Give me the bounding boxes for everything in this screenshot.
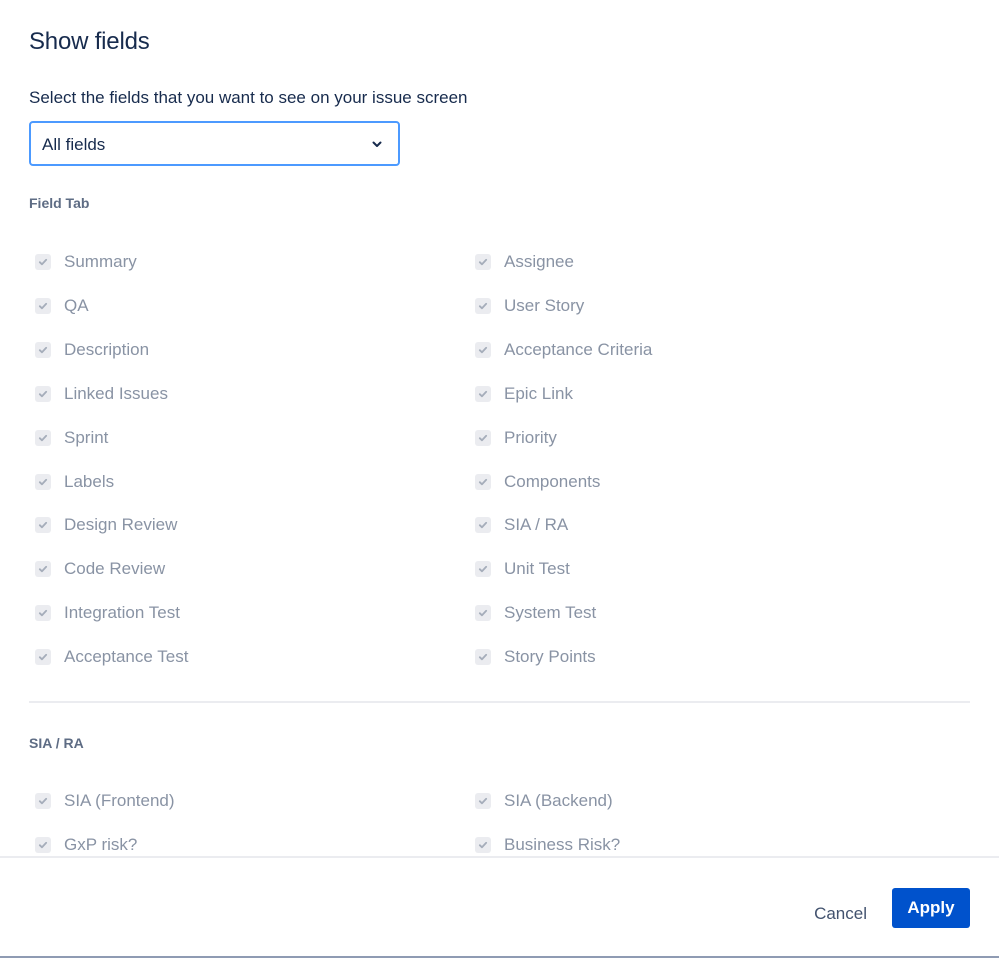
field-option-label: User Story: [504, 295, 585, 315]
checkmark-icon[interactable]: [35, 836, 51, 853]
checkmark-icon[interactable]: [35, 517, 51, 534]
checkmark-icon[interactable]: [475, 341, 491, 358]
dialog-body: Show fields Select the fields that you w…: [0, 0, 999, 856]
field-option-label: Assignee: [504, 252, 574, 271]
field-option-label: Story Points: [504, 647, 596, 667]
checkmark-icon[interactable]: [35, 473, 51, 490]
checkmark-icon[interactable]: [475, 473, 491, 490]
field-option-epic-link[interactable]: Epic Link: [469, 382, 573, 406]
field-option-assignee[interactable]: Assignee: [469, 250, 574, 274]
checkmark-icon[interactable]: [475, 254, 491, 270]
field-option-label: Acceptance Test: [64, 647, 189, 667]
checkmark-icon[interactable]: [475, 649, 491, 666]
field-option-business-risk[interactable]: Business Risk?: [469, 833, 620, 856]
field-option-qa[interactable]: QA: [29, 294, 89, 318]
field-option-label: Design Review: [64, 515, 178, 535]
field-option-label: GxP risk?: [64, 834, 138, 854]
field-option-linked-issues[interactable]: Linked Issues: [29, 382, 168, 406]
field-option-label: Summary: [64, 252, 137, 271]
field-option-label: Integration Test: [64, 603, 180, 623]
checkmark-icon[interactable]: [35, 385, 51, 402]
field-option-label: SIA (Frontend): [64, 791, 175, 810]
checkmark-icon[interactable]: [35, 341, 51, 358]
checkmark-icon[interactable]: [475, 385, 491, 402]
field-option-system-test[interactable]: System Test: [469, 601, 596, 625]
select-label: Select the fields that you want to see o…: [29, 88, 468, 107]
field-option-description[interactable]: Description: [29, 338, 149, 362]
checkmark-icon[interactable]: [35, 561, 51, 578]
field-option-design-review[interactable]: Design Review: [29, 513, 177, 537]
field-option-components[interactable]: Components: [469, 470, 600, 494]
field-option-acceptance-criteria[interactable]: Acceptance Criteria: [469, 338, 652, 362]
field-option-label: Code Review: [64, 559, 166, 579]
field-option-story-points[interactable]: Story Points: [469, 645, 596, 669]
checkmark-icon[interactable]: [475, 297, 491, 314]
field-option-label: Epic Link: [504, 383, 573, 403]
field-option-label: Acceptance Criteria: [504, 339, 653, 359]
field-option-label: Priority: [504, 427, 557, 447]
field-option-label: System Test: [504, 603, 597, 623]
checkmark-icon[interactable]: [475, 793, 491, 809]
dialog-title: Show fields: [29, 28, 150, 55]
field-option-integration-test[interactable]: Integration Test: [29, 601, 180, 625]
checkmark-icon[interactable]: [475, 517, 491, 534]
field-option-label: Business Risk?: [504, 834, 621, 854]
checkmark-icon[interactable]: [475, 836, 491, 853]
checkmark-icon[interactable]: [35, 605, 51, 622]
checkmark-icon[interactable]: [35, 649, 51, 666]
checkmark-icon[interactable]: [35, 429, 51, 446]
field-option-label: SIA (Backend): [504, 791, 613, 810]
field-option-acceptance-test[interactable]: Acceptance Test: [29, 645, 188, 669]
field-option-sia-ra[interactable]: SIA / RA: [469, 513, 568, 537]
field-option-label: QA: [64, 295, 89, 315]
field-option-sia-backend[interactable]: SIA (Backend): [469, 789, 613, 813]
field-option-user-story[interactable]: User Story: [469, 294, 584, 318]
checkmark-icon[interactable]: [475, 561, 491, 578]
field-option-gxp-risk[interactable]: GxP risk?: [29, 833, 137, 856]
field-option-label: SIA / RA: [504, 515, 569, 535]
field-option-label: Description: [64, 339, 150, 359]
field-option-sia-frontend[interactable]: SIA (Frontend): [29, 789, 175, 813]
field-option-code-review[interactable]: Code Review: [29, 557, 165, 581]
checkmark-icon[interactable]: [475, 429, 491, 446]
checkmark-icon[interactable]: [35, 254, 51, 270]
select-value: All fields: [42, 135, 106, 154]
field-option-labels[interactable]: Labels: [29, 470, 114, 494]
show-fields-dialog: Show fields Select the fields that you w…: [0, 0, 999, 958]
section-title-sia-ra: SIA / RA: [29, 735, 84, 751]
field-option-summary[interactable]: Summary: [29, 250, 137, 274]
apply-button[interactable]: Apply: [892, 888, 970, 928]
checkmark-icon[interactable]: [475, 605, 491, 622]
field-option-label: Linked Issues: [64, 383, 168, 403]
field-option-unit-test[interactable]: Unit Test: [469, 557, 570, 581]
field-option-label: Unit Test: [504, 559, 570, 579]
section-divider: [29, 701, 970, 703]
field-option-priority[interactable]: Priority: [469, 426, 557, 450]
field-option-label: Sprint: [64, 427, 109, 447]
section-title-field-tab: Field Tab: [29, 195, 90, 211]
field-option-label: Labels: [64, 471, 115, 491]
checkmark-icon[interactable]: [35, 297, 51, 314]
chevron-down-icon: [372, 141, 382, 147]
field-option-label: Components: [504, 471, 601, 491]
fields-filter-select[interactable]: All fields: [29, 121, 400, 166]
dialog-footer: Cancel Apply: [0, 856, 999, 958]
cancel-button[interactable]: Cancel: [814, 894, 867, 934]
checkmark-icon[interactable]: [35, 793, 51, 809]
field-option-sprint[interactable]: Sprint: [29, 426, 108, 450]
